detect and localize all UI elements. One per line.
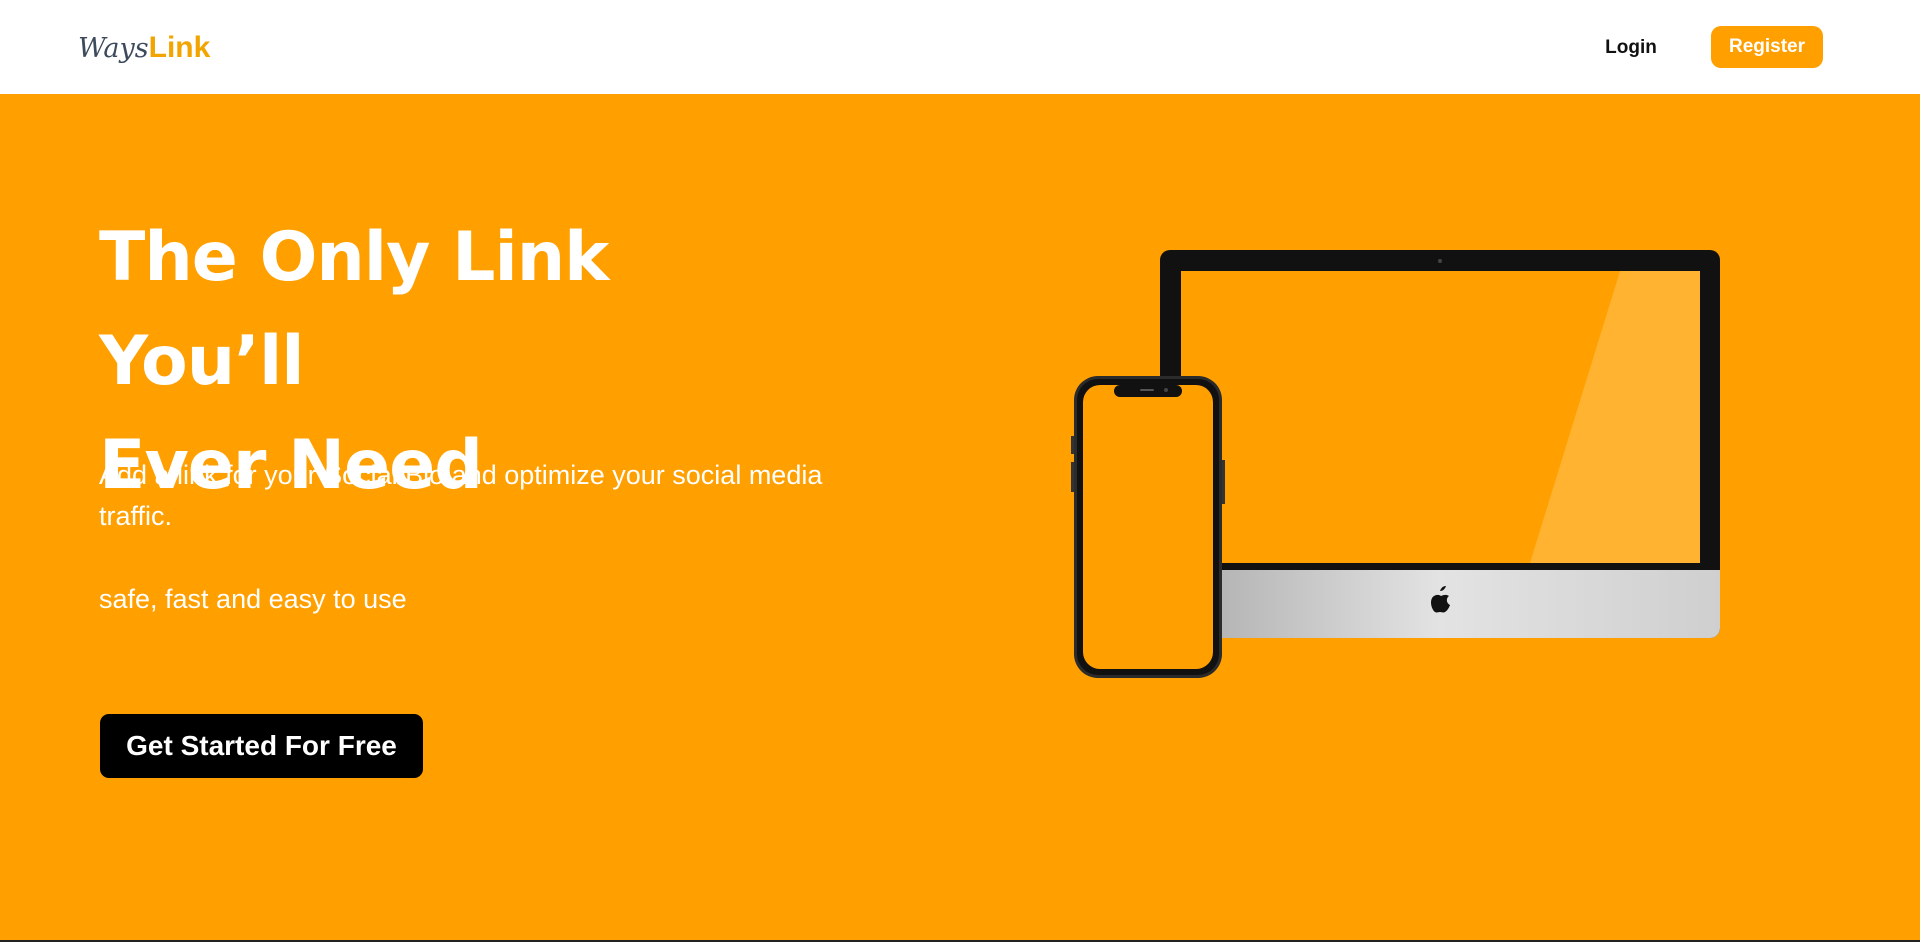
- login-button[interactable]: Login: [1584, 27, 1678, 69]
- devices-illustration: [1071, 250, 1720, 678]
- wayslink-logo[interactable]: Ways Link: [78, 28, 210, 68]
- hero-subtext: Add a link for your Social Bio and optim…: [99, 460, 823, 531]
- hero-headline-line1: The Only Link You’ll: [99, 218, 609, 401]
- top-navigation-bar: Ways Link Login Register: [0, 0, 1920, 94]
- phone-illustration: [1071, 376, 1225, 678]
- logo-text-ways: Ways: [78, 33, 149, 64]
- logo-text-link: Link: [148, 31, 211, 64]
- hero-tagline: safe, fast and easy to use: [99, 584, 407, 614]
- get-started-button[interactable]: Get Started For Free: [100, 714, 423, 778]
- register-button[interactable]: Register: [1711, 26, 1823, 68]
- monitor-illustration: [1160, 250, 1720, 638]
